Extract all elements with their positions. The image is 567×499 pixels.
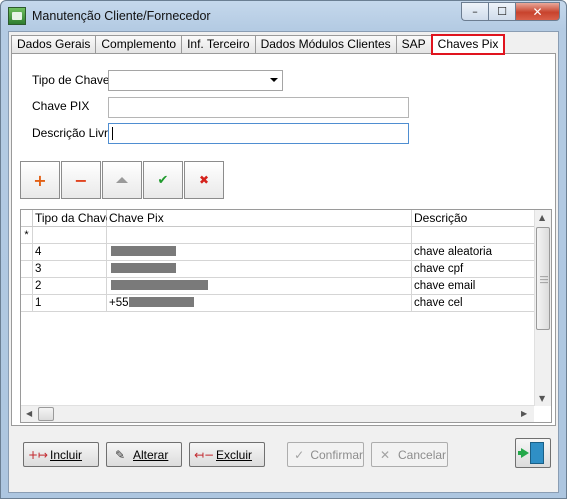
text-caret <box>112 127 113 140</box>
grid-cell[interactable] <box>107 227 412 244</box>
check-icon: ✔ <box>157 172 169 188</box>
grip-icon: — — — <box>540 272 548 287</box>
scroll-up-icon[interactable]: ▲ <box>539 213 545 222</box>
column-header-descricao[interactable]: Descrição <box>412 210 535 227</box>
column-header-tipo[interactable]: Tipo da Chave <box>33 210 113 227</box>
app-icon <box>8 7 26 25</box>
exit-arrow-icon <box>521 448 529 458</box>
chave-pix-label: Chave PIX <box>32 99 90 113</box>
incluir-button[interactable]: +↦ Incluir <box>23 442 99 467</box>
row-indicator <box>21 278 33 295</box>
cell-descricao[interactable]: chave email <box>412 278 535 295</box>
cell-tipo[interactable]: 1 <box>33 295 107 312</box>
cell-tipo[interactable]: 3 <box>33 261 107 278</box>
title-bar[interactable]: Manutenção Cliente/Fornecedor – ☐ ✕ <box>1 1 566 31</box>
new-row-marker: * <box>21 227 33 244</box>
cancel-icon: ✕ <box>379 447 391 462</box>
cell-descricao[interactable]: chave aleatoria <box>412 244 535 261</box>
chaves-pix-panel: Tipo de Chave Chave PIX Descrição Livre … <box>11 53 556 426</box>
tab-chaves-pix[interactable]: Chaves Pix <box>430 34 506 55</box>
tab-dados-modulos-clientes[interactable]: Dados Módulos Clientes <box>254 35 397 54</box>
tab-strip: Dados Gerais Complemento Inf. Terceiro D… <box>11 34 506 55</box>
chave-pix-input[interactable] <box>108 97 409 118</box>
window-client-area: Dados Gerais Complemento Inf. Terceiro D… <box>8 31 559 493</box>
confirmar-button[interactable]: ✓ Confirmar <box>287 442 364 467</box>
grid-cell[interactable] <box>33 227 107 244</box>
insert-record-button[interactable]: + <box>20 161 60 199</box>
tab-dados-gerais[interactable]: Dados Gerais <box>11 35 97 54</box>
row-indicator-header <box>21 210 33 227</box>
exit-door-icon <box>530 442 544 464</box>
cancel-record-button[interactable]: ✖ <box>184 161 224 199</box>
tab-complemento[interactable]: Complemento <box>95 35 183 54</box>
window-title: Manutenção Cliente/Fornecedor <box>32 9 211 23</box>
grid-header: Tipo da Chave Chave Pix Descrição <box>21 210 535 227</box>
cell-tipo[interactable]: 4 <box>33 244 107 261</box>
descricao-livre-label: Descrição Livre <box>32 126 115 140</box>
caption-buttons: – ☐ ✕ <box>461 2 560 21</box>
new-row[interactable]: * <box>21 227 535 244</box>
scroll-right-icon[interactable]: ▶ <box>521 409 527 418</box>
cell-chave-pix[interactable] <box>107 278 412 295</box>
horizontal-scrollbar[interactable]: ◀ ▶ <box>21 405 534 422</box>
excluir-label: Excluir <box>216 447 253 462</box>
chaves-pix-grid[interactable]: Tipo da Chave Chave Pix Descrição * 4 ch… <box>20 209 552 423</box>
vertical-scrollbar[interactable]: ▲ — — — ▼ <box>534 210 551 406</box>
cell-descricao[interactable]: chave cpf <box>412 261 535 278</box>
incluir-label: Incluir <box>50 447 83 462</box>
table-row[interactable]: 1 +55 chave cel <box>21 295 535 312</box>
cancelar-button[interactable]: ✕ Cancelar <box>371 442 448 467</box>
table-row[interactable]: 4 chave aleatoria <box>21 244 535 261</box>
edit-document-icon: ✎ <box>114 447 126 462</box>
post-record-button[interactable]: ✔ <box>143 161 183 199</box>
row-indicator <box>21 244 33 261</box>
cross-icon: ✖ <box>198 173 210 187</box>
table-row[interactable]: 2 chave email <box>21 278 535 295</box>
add-record-icon: +↦ <box>28 447 49 462</box>
chevron-down-icon[interactable] <box>270 78 278 82</box>
check-icon: ✓ <box>294 447 305 462</box>
redacted-value <box>111 280 208 290</box>
horizontal-scroll-thumb[interactable] <box>38 407 54 421</box>
scroll-left-icon[interactable]: ◀ <box>26 409 32 418</box>
cell-chave-pix[interactable] <box>107 261 412 278</box>
alterar-button[interactable]: ✎ Alterar <box>106 442 182 467</box>
edit-record-button[interactable] <box>102 161 142 199</box>
alterar-label: Alterar <box>133 447 169 462</box>
cell-chave-pix[interactable]: +55 <box>107 295 412 312</box>
scroll-down-icon[interactable]: ▼ <box>539 394 545 403</box>
vertical-scroll-thumb[interactable]: — — — <box>536 227 550 330</box>
confirmar-label: Confirmar <box>310 447 363 462</box>
descricao-livre-input[interactable] <box>108 123 409 144</box>
redacted-value <box>111 246 176 256</box>
cell-chave-pix[interactable] <box>107 244 412 261</box>
exit-button[interactable] <box>515 438 551 468</box>
plus-icon: + <box>33 170 47 190</box>
grid-cell[interactable] <box>412 227 535 244</box>
tab-sap[interactable]: SAP <box>395 35 432 54</box>
tab-inf-terceiro[interactable]: Inf. Terceiro <box>181 35 256 54</box>
cell-tipo[interactable]: 2 <box>33 278 107 295</box>
triangle-up-icon <box>116 177 128 183</box>
minus-icon: − <box>74 170 88 190</box>
table-row[interactable]: 3 chave cpf <box>21 261 535 278</box>
redacted-value <box>111 263 176 273</box>
tipo-de-chave-label: Tipo de Chave <box>32 73 110 87</box>
column-header-chave-pix[interactable]: Chave Pix <box>107 210 412 227</box>
record-navigator: + − ✔ ✖ <box>20 161 225 199</box>
cancelar-label: Cancelar <box>398 447 447 462</box>
row-indicator <box>21 261 33 278</box>
excluir-button[interactable]: ↤− Excluir <box>189 442 265 467</box>
close-button[interactable]: ✕ <box>515 2 560 21</box>
cell-descricao[interactable]: chave cel <box>412 295 535 312</box>
delete-record-button[interactable]: − <box>61 161 101 199</box>
tipo-de-chave-select[interactable] <box>108 70 283 91</box>
maximize-button[interactable]: ☐ <box>488 2 515 21</box>
redacted-value <box>128 297 194 307</box>
minimize-button[interactable]: – <box>461 2 488 21</box>
delete-record-icon: ↤− <box>194 447 215 462</box>
row-indicator <box>21 295 33 312</box>
phone-prefix: +55 <box>109 297 129 309</box>
main-window: Manutenção Cliente/Fornecedor – ☐ ✕ Dado… <box>0 0 567 499</box>
